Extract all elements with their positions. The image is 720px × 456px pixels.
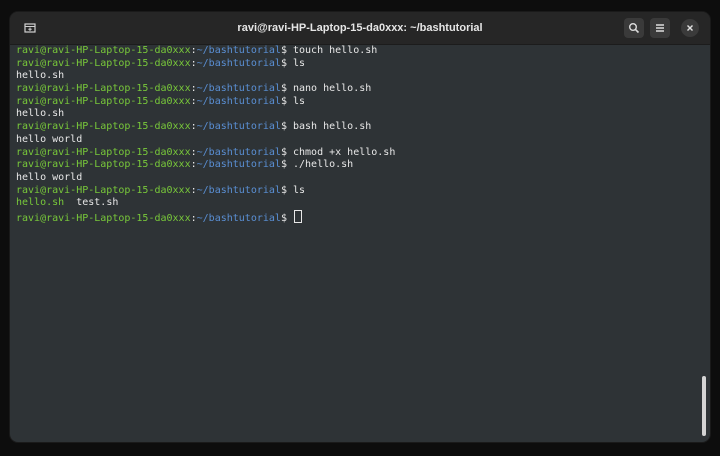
prompt-path: ~/bashtutorial [196,146,281,158]
command-text: bash hello.sh [292,121,372,133]
prompt-symbol: $ [280,95,293,107]
prompt-user-host: ravi@ravi-HP-Laptop-15-da0xxx [16,159,191,171]
prompt-user-host: ravi@ravi-HP-Laptop-15-da0xxx [16,95,191,107]
prompt-symbol: $ [280,45,293,56]
prompt-path: ~/bashtutorial [196,159,281,171]
command-text: ls [292,57,306,69]
prompt-path: ~/bashtutorial [196,212,281,224]
prompt-line: ravi@ravi-HP-Laptop-15-da0xxx:~/bashtuto… [16,209,694,224]
prompt-symbol: $ [280,57,293,69]
prompt-line: ravi@ravi-HP-Laptop-15-da0xxx:~/bashtuto… [16,83,694,96]
command-text: chmod +x hello.sh [292,146,396,158]
window-title: ravi@ravi-HP-Laptop-15-da0xxx: ~/bashtut… [237,22,483,34]
prompt-path: ~/bashtutorial [196,121,281,133]
terminal-window: ravi@ravi-HP-Laptop-15-da0xxx: ~/bashtut… [10,12,710,442]
prompt-line: ravi@ravi-HP-Laptop-15-da0xxx:~/bashtuto… [16,121,694,134]
prompt-symbol: $ [280,121,293,133]
prompt-user-host: ravi@ravi-HP-Laptop-15-da0xxx [16,121,191,133]
listing-item: hello.sh [16,197,65,209]
prompt-path: ~/bashtutorial [196,57,281,69]
prompt-user-host: ravi@ravi-HP-Laptop-15-da0xxx [16,184,191,196]
prompt-line: ravi@ravi-HP-Laptop-15-da0xxx:~/bashtuto… [16,185,694,198]
menu-button[interactable] [650,18,670,38]
search-icon [629,23,640,34]
output-line: hello.sh [16,70,694,83]
prompt-user-host: ravi@ravi-HP-Laptop-15-da0xxx [16,212,191,224]
prompt-line: ravi@ravi-HP-Laptop-15-da0xxx:~/bashtuto… [16,147,694,160]
prompt-symbol: $ [280,159,293,171]
hamburger-menu-icon [656,24,664,32]
command-text: touch hello.sh [292,45,378,56]
prompt-user-host: ravi@ravi-HP-Laptop-15-da0xxx [16,57,191,69]
output-line: hello.sh [16,108,694,121]
prompt-line: ravi@ravi-HP-Laptop-15-da0xxx:~/bashtuto… [16,58,694,71]
output-text: hello world [16,133,83,145]
prompt-user-host: ravi@ravi-HP-Laptop-15-da0xxx [16,83,191,95]
prompt-symbol: $ [280,83,293,95]
text-cursor [293,209,302,223]
command-text: nano hello.sh [292,83,372,95]
prompt-path: ~/bashtutorial [196,45,281,56]
scrollbar[interactable] [702,376,706,436]
prompt-symbol: $ [280,146,293,158]
command-text: ls [292,184,306,196]
prompt-line: ravi@ravi-HP-Laptop-15-da0xxx:~/bashtuto… [16,45,694,58]
command-text: ./hello.sh [292,159,354,171]
search-button[interactable] [624,18,644,38]
prompt-path: ~/bashtutorial [196,83,281,95]
output-line: hello.sh test.sh [16,197,694,210]
prompt-line: ravi@ravi-HP-Laptop-15-da0xxx:~/bashtuto… [16,96,694,109]
output-text: hello world [16,171,83,183]
close-button[interactable] [681,19,699,37]
prompt-symbol: $ [280,184,293,196]
command-text: ls [292,95,306,107]
prompt-user-host: ravi@ravi-HP-Laptop-15-da0xxx [16,146,191,158]
prompt-path: ~/bashtutorial [196,95,281,107]
listing-item: test.sh [76,197,119,209]
prompt-user-host: ravi@ravi-HP-Laptop-15-da0xxx [16,45,191,56]
listing-gap [64,197,76,208]
output-text: hello.sh [16,108,65,120]
close-icon [687,25,693,31]
terminal-output[interactable]: ravi@ravi-HP-Laptop-15-da0xxx:~/bashtuto… [16,45,694,442]
output-text: hello.sh [16,70,65,82]
prompt-symbol: $ [280,212,293,224]
prompt-path: ~/bashtutorial [196,184,281,196]
output-line: hello world [16,134,694,147]
prompt-line: ravi@ravi-HP-Laptop-15-da0xxx:~/bashtuto… [16,159,694,172]
output-line: hello world [16,172,694,185]
title-bar: ravi@ravi-HP-Laptop-15-da0xxx: ~/bashtut… [10,12,710,45]
